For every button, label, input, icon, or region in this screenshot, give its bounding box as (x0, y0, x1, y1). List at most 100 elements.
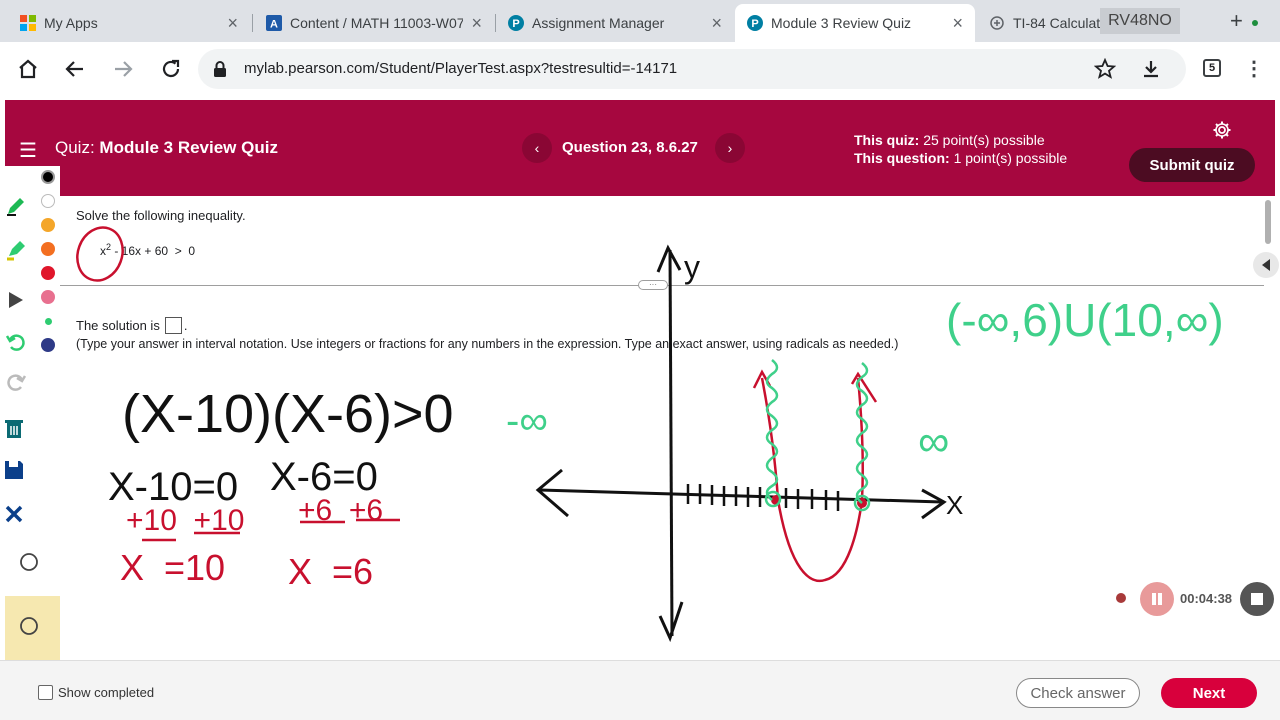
close-icon[interactable]: × (227, 13, 238, 34)
answer-input[interactable] (164, 317, 182, 334)
color-swatch-white[interactable] (41, 194, 55, 208)
triangle-left-icon (1262, 259, 1270, 271)
question-content: Solve the following inequality. x2 - 16x… (60, 196, 1264, 660)
pen-icon[interactable] (4, 194, 28, 218)
redo-icon[interactable] (4, 370, 28, 394)
more-menu-icon[interactable]: ⋮ (1244, 56, 1264, 81)
color-swatch-navy[interactable] (41, 338, 55, 352)
stop-icon (1251, 593, 1263, 605)
quiz-header: ☰ Quiz: Module 3 Review Quiz ‹ Question … (5, 100, 1275, 196)
annotation-toolbar (0, 166, 60, 660)
chevron-left-icon: ‹ (534, 140, 540, 156)
expression-rest: - 16x + 60 > 0 (111, 244, 196, 258)
inequality-expression: x2 - 16x + 60 > 0 (100, 242, 195, 258)
tab-title: Assignment Manager (532, 15, 665, 31)
color-swatch-orange[interactable] (41, 242, 55, 256)
download-icon[interactable] (1140, 58, 1162, 80)
recording-indicator (1116, 593, 1126, 603)
color-swatch-pink[interactable] (41, 290, 55, 304)
pearson-icon: P (747, 15, 763, 31)
close-icon[interactable]: × (952, 13, 963, 34)
previous-question-button[interactable]: ‹ (522, 133, 552, 163)
tab-separator (252, 14, 253, 32)
submit-quiz-button[interactable]: Submit quiz (1129, 148, 1255, 182)
solution-line: The solution is . (76, 317, 187, 334)
solution-period: . (183, 318, 188, 333)
tab-ti84-calculator[interactable]: TI-84 Calculator (977, 4, 1217, 42)
svg-text:P: P (751, 18, 758, 30)
chevron-right-icon: › (727, 140, 733, 156)
quiz-label: Quiz: (55, 138, 95, 157)
forward-icon[interactable] (110, 56, 136, 82)
close-icon[interactable]: × (471, 13, 482, 34)
show-completed-checkbox[interactable] (38, 685, 53, 700)
undo-icon[interactable] (4, 330, 28, 354)
answer-instructions: (Type your answer in interval notation. … (76, 337, 899, 351)
trash-icon[interactable] (2, 416, 26, 440)
quiz-points-value: 25 point(s) possible (923, 132, 1045, 148)
url-text[interactable]: mylab.pearson.com/Student/PlayerTest.asp… (244, 60, 677, 77)
browser-tab-bar: My Apps × A Content / MATH 11003-W07 × P… (0, 0, 1280, 42)
circle-tool-icon[interactable] (17, 614, 41, 638)
circle-tool-icon[interactable] (17, 550, 41, 574)
close-icon[interactable] (2, 502, 26, 526)
next-button[interactable]: Next (1161, 678, 1257, 708)
status-dot (1252, 20, 1258, 26)
pause-recording-button[interactable] (1140, 582, 1174, 616)
gear-icon[interactable] (1212, 120, 1232, 140)
color-swatch-black[interactable] (41, 170, 55, 184)
calculator-icon (990, 16, 1004, 30)
solution-label: The solution is (76, 318, 160, 333)
hamburger-menu-icon[interactable]: ☰ (19, 138, 37, 163)
omnibox[interactable]: mylab.pearson.com/Student/PlayerTest.asp… (198, 49, 1186, 89)
watermark-label: RV48NO (1100, 8, 1180, 34)
tab-title: My Apps (44, 15, 98, 31)
close-icon[interactable]: × (711, 13, 722, 34)
svg-text:A: A (270, 19, 278, 31)
question-points-label: This question: (854, 150, 950, 166)
scrollbar-thumb[interactable] (1265, 200, 1271, 244)
points-info: This quiz: 25 point(s) possible This que… (854, 131, 1067, 167)
tab-title: Content / MATH 11003-W07 (290, 15, 464, 31)
letter-a-icon: A (266, 15, 282, 31)
pearson-icon: P (508, 15, 524, 31)
quiz-points-label: This quiz: (854, 132, 920, 148)
highlighter-icon[interactable] (4, 238, 28, 262)
collapse-panel-button[interactable] (1253, 252, 1279, 278)
quiz-footer: Show completed Check answer Next (0, 660, 1280, 720)
svg-text:P: P (512, 18, 519, 30)
question-indicator: Question 23, 8.6.27 (562, 139, 698, 156)
quiz-name: Module 3 Review Quiz (99, 138, 278, 157)
tab-module-3-review-quiz[interactable]: P Module 3 Review Quiz × (735, 4, 975, 42)
new-tab-icon[interactable]: + (1230, 8, 1243, 34)
tab-content-math[interactable]: A Content / MATH 11003-W07 × (254, 4, 494, 42)
back-icon[interactable] (62, 56, 88, 82)
color-swatch-yellow[interactable] (41, 218, 55, 232)
recording-widget: 00:04:38 (1114, 582, 1274, 616)
tab-my-apps[interactable]: My Apps × (8, 4, 250, 42)
show-completed-label: Show completed (58, 685, 155, 700)
reload-icon[interactable] (158, 56, 184, 82)
microsoft-icon (20, 15, 36, 31)
next-question-button[interactable]: › (715, 133, 745, 163)
home-icon[interactable] (15, 56, 41, 82)
stop-recording-button[interactable] (1240, 582, 1274, 616)
question-points-value: 1 point(s) possible (953, 150, 1068, 166)
color-swatch-red[interactable] (41, 266, 55, 280)
recording-timer: 00:04:38 (1180, 591, 1233, 606)
pause-icon (1152, 593, 1162, 605)
bookmark-star-icon[interactable] (1094, 58, 1116, 80)
resize-handle[interactable]: ··· (638, 280, 668, 290)
tab-count-icon[interactable]: 5 (1203, 59, 1221, 77)
address-toolbar: mylab.pearson.com/Student/PlayerTest.asp… (0, 42, 1280, 96)
tab-assignment-manager[interactable]: P Assignment Manager × (496, 4, 734, 42)
tab-title: Module 3 Review Quiz (771, 15, 912, 31)
shapes-icon[interactable] (4, 288, 28, 312)
question-prompt: Solve the following inequality. (76, 208, 246, 223)
save-icon[interactable] (2, 458, 26, 482)
show-completed-toggle[interactable]: Show completed (38, 685, 154, 700)
lock-icon (214, 61, 226, 77)
quiz-title: Quiz: Module 3 Review Quiz (55, 138, 278, 158)
check-answer-button[interactable]: Check answer (1016, 678, 1140, 708)
color-swatch-green[interactable] (45, 318, 52, 325)
